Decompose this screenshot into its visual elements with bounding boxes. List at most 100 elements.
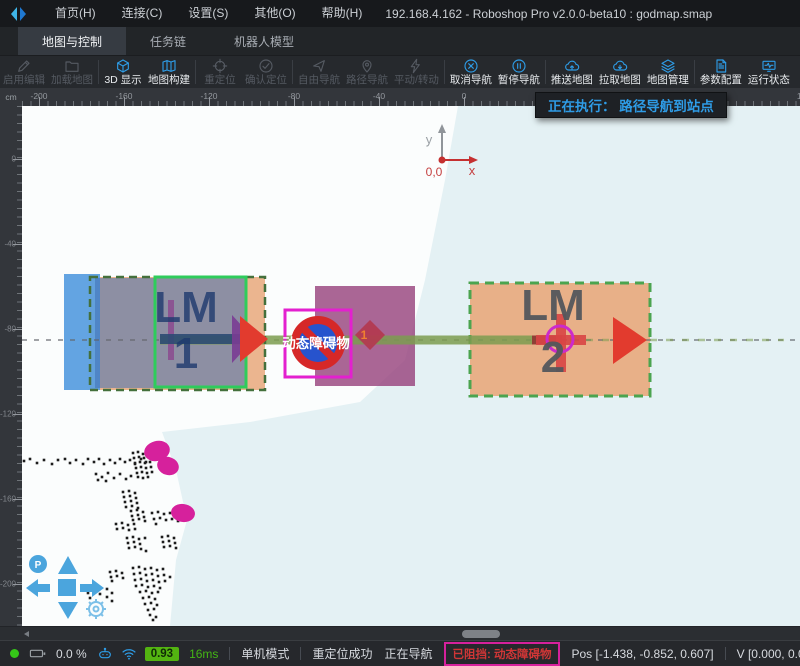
toolbar-button-doc-config[interactable]: 参数配置 <box>697 56 745 88</box>
cloud-download-icon <box>612 57 628 74</box>
cloud-upload-icon <box>564 57 580 74</box>
menu-item[interactable]: 连接(C) <box>109 0 176 27</box>
origin-x-label: x <box>469 163 476 178</box>
toolbar-button-layers[interactable]: 地图管理 <box>644 56 692 88</box>
ruler-left-tick <box>13 159 22 160</box>
status-bar: 0.0 % 0.93 16ms 单机模式 重定位成功 正在导航 已阻挡: 动态障… <box>0 640 800 666</box>
wifi-icon <box>121 646 137 662</box>
cancel-circle-icon <box>463 57 479 74</box>
map-canvas[interactable]: LM 1 1 动态障碍物 LM 2 <box>22 106 800 626</box>
position-readout: Pos [-1.438, -0.852, 0.607] <box>572 647 714 661</box>
blocked-warning-box: 已阻挡: 动态障碍物 <box>444 642 559 666</box>
connection-status-dot <box>10 649 19 658</box>
tab-bar: 地图与控制任务链机器人模型 <box>0 27 800 56</box>
latency-value: 16ms <box>189 647 218 661</box>
toolbar-button-label: 取消导航 <box>450 74 492 87</box>
tab-0[interactable]: 地图与控制 <box>18 27 126 55</box>
horizontal-scrollbar[interactable] <box>0 626 800 640</box>
nav-arrow-icon <box>311 57 327 74</box>
station-lm2-number: 2 <box>541 333 565 382</box>
menu-item[interactable]: 首页(H) <box>42 0 109 27</box>
toolbar-separator <box>292 60 293 84</box>
mode-label: 单机模式 <box>241 645 289 662</box>
toolbar-button-cloud-upload[interactable]: 推送地图 <box>548 56 596 88</box>
toolbar-button-label: 地图管理 <box>647 74 689 87</box>
toolbar-button-lightning[interactable]: 平动/转动 <box>391 56 442 88</box>
toolbar-button-label: 地图构建 <box>148 74 190 87</box>
toolbar-button-label: 运行状态 <box>748 74 790 87</box>
window-title: 192.168.4.162 - Roboshop Pro v2.0.0-beta… <box>385 7 712 21</box>
toolbar-button-label: 平动/转动 <box>394 74 439 87</box>
toolbar-button-label: 确认定位 <box>245 74 287 87</box>
battery-percent: 0.0 % <box>56 647 87 661</box>
ruler-left-tick <box>13 329 22 330</box>
monitor-pulse-icon <box>761 57 777 74</box>
toolbar-separator <box>444 60 445 84</box>
navigation-status: 正在导航 <box>384 645 432 662</box>
execution-toast: 正在执行： 路径导航到站点 <box>535 92 727 118</box>
tab-2[interactable]: 机器人模型 <box>210 27 318 55</box>
crosshair-icon <box>212 57 228 74</box>
toolbar-button-check-circle[interactable]: 确认定位 <box>242 56 290 88</box>
toolbar-button-cloud-download[interactable]: 拉取地图 <box>596 56 644 88</box>
toolbar-button-crosshair[interactable]: 重定位 <box>198 56 242 88</box>
robot-footprint <box>64 274 100 390</box>
pad-stop-button[interactable] <box>58 579 76 596</box>
ruler-top-tick <box>294 97 295 106</box>
pencil-icon <box>16 57 32 74</box>
ruler-left-tick <box>13 584 22 585</box>
pad-p-label: P <box>35 560 42 571</box>
blocked-warning-text: 已阻挡: 动态障碍物 <box>452 649 551 661</box>
toolbar-button-label: 暂停导航 <box>498 74 540 87</box>
toolbar-button-monitor-pulse[interactable]: 运行状态 <box>745 56 793 88</box>
menu-item[interactable]: 其他(O) <box>241 0 308 27</box>
tab-1[interactable]: 任务链 <box>126 27 210 55</box>
station-lm1-name: LM <box>154 283 218 332</box>
menu-item[interactable]: 帮助(H) <box>309 0 376 27</box>
toolbar-button-label: 推送地图 <box>551 74 593 87</box>
lm1-heading-bar <box>160 334 244 344</box>
divider <box>300 647 301 660</box>
ruler-top-tick <box>209 97 210 106</box>
cube-3d-icon <box>115 57 131 74</box>
lightning-icon <box>408 57 424 74</box>
divider <box>229 647 230 660</box>
toolbar-button-pause-circle[interactable]: 暂停导航 <box>495 56 543 88</box>
toolbar-button-label: 拉取地图 <box>599 74 641 87</box>
toolbar-button-cancel-circle[interactable]: 取消导航 <box>447 56 495 88</box>
toolbar-button-map[interactable]: 地图构建 <box>145 56 193 88</box>
obstacle-label: 动态障碍物 <box>282 335 350 351</box>
map-icon <box>161 57 177 74</box>
toolbar-button-location-pin[interactable]: 路径导航 <box>343 56 391 88</box>
ruler-left-tick <box>13 244 22 245</box>
toolbar-button-folder[interactable]: 加载地图 <box>48 56 96 88</box>
check-circle-icon <box>258 57 274 74</box>
toolbar-separator <box>545 60 546 84</box>
toolbar-button-label: 自由导航 <box>298 74 340 87</box>
scrollbar-thumb[interactable] <box>462 630 500 638</box>
map-workspace: cm -200-160-120-80-4004080120160 0-40-80… <box>0 88 800 640</box>
toolbar-separator <box>694 60 695 84</box>
ruler-unit-label: cm <box>0 88 22 106</box>
menu-item[interactable]: 设置(S) <box>175 0 241 27</box>
menu-items: 首页(H)连接(C)设置(S)其他(O)帮助(H) <box>42 0 375 27</box>
toolbar-separator <box>195 60 196 84</box>
menu-bar: 首页(H)连接(C)设置(S)其他(O)帮助(H) 192.168.4.162 … <box>0 0 800 27</box>
origin-zero-label: 0,0 <box>426 165 443 179</box>
folder-icon <box>64 57 80 74</box>
localization-score-badge: 0.93 <box>145 647 179 661</box>
scroll-left-arrow-icon[interactable] <box>24 631 29 637</box>
toolbar-button-label: 重定位 <box>204 74 236 87</box>
toolbar-button-cube-3d[interactable]: 3D 显示 <box>101 56 145 88</box>
ruler-top-tick <box>379 97 380 106</box>
origin-point <box>439 157 446 164</box>
doc-config-icon <box>713 57 729 74</box>
ruler-top-tick <box>124 97 125 106</box>
origin-y-label: y <box>426 132 433 147</box>
toolbar-button-pencil[interactable]: 启用编辑 <box>0 56 48 88</box>
toolbar-button-nav-arrow[interactable]: 自由导航 <box>295 56 343 88</box>
battery-icon <box>29 645 46 662</box>
robot-icon <box>97 646 113 662</box>
path-point-number: 1 <box>361 328 368 342</box>
toolbar-button-label: 启用编辑 <box>3 74 45 87</box>
